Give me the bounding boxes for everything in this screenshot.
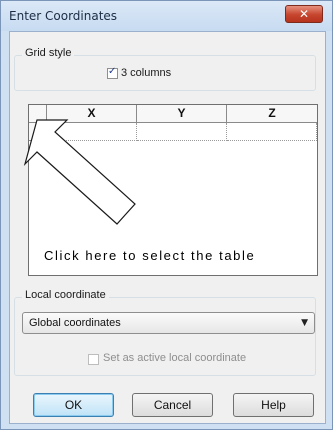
window-title: Enter Coordinates <box>9 9 118 23</box>
set-active-checkbox[interactable] <box>88 354 99 365</box>
column-header-z[interactable]: Z <box>227 105 317 123</box>
local-coordinate-group <box>14 297 316 376</box>
table-cell-z[interactable] <box>227 123 317 141</box>
table-cell-y[interactable] <box>137 123 227 141</box>
title-bar[interactable]: Enter Coordinates ✕ <box>1 1 332 31</box>
annotation-hint-text: Click here to select the table <box>44 248 256 263</box>
cancel-button[interactable]: Cancel <box>132 393 213 417</box>
close-icon: ✕ <box>298 7 310 21</box>
three-columns-label[interactable]: 3 columns <box>121 67 171 79</box>
column-header-y[interactable]: Y <box>137 105 227 123</box>
row-header[interactable] <box>29 123 47 141</box>
grid-style-label: Grid style <box>22 47 75 59</box>
ok-button[interactable]: OK <box>33 393 114 417</box>
local-coordinate-selected: Global coordinates <box>29 317 121 329</box>
local-coordinate-dropdown[interactable]: Global coordinates ▼ <box>22 312 315 334</box>
local-coordinate-label: Local coordinate <box>22 289 109 301</box>
three-columns-checkbox[interactable] <box>107 66 118 79</box>
help-button[interactable]: Help <box>233 393 314 417</box>
table-select-all-corner[interactable] <box>29 105 47 123</box>
set-active-label: Set as active local coordinate <box>103 352 247 364</box>
table-cell-x[interactable] <box>47 123 137 141</box>
column-header-x[interactable]: X <box>47 105 137 123</box>
close-button[interactable]: ✕ <box>285 5 323 23</box>
chevron-down-icon: ▼ <box>301 318 308 328</box>
